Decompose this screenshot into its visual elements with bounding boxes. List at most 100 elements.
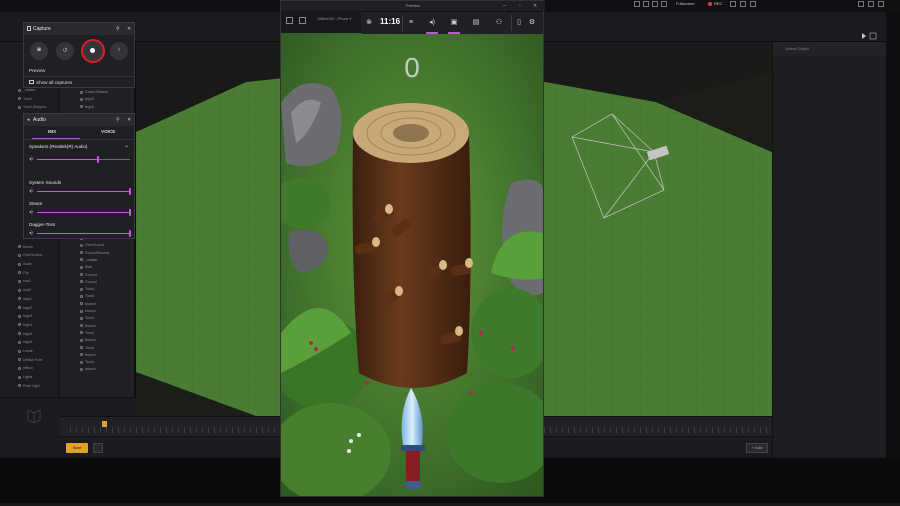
hierarchy-item[interactable]: Knock: [18, 245, 33, 253]
capture-icon[interactable]: ▣: [450, 19, 458, 27]
node-icon: [18, 358, 21, 362]
tab-mix[interactable]: MIX: [48, 129, 56, 134]
start-recording-button[interactable]: [81, 39, 105, 63]
timeline-tick: [190, 427, 191, 433]
app-volume-slider[interactable]: [37, 209, 131, 216]
timeline-tick: [124, 427, 125, 433]
hierarchy-item[interactable]: regn6: [80, 105, 94, 113]
performance-icon[interactable]: ▤: [472, 19, 480, 27]
capture-header[interactable]: Capture ⚲ ✕: [24, 23, 134, 35]
timeline-tick: [544, 427, 545, 433]
hierarchy-item[interactable]: regn1: [18, 297, 32, 305]
timeline-tick: [262, 427, 263, 433]
phone-icon[interactable]: ▯: [515, 19, 523, 27]
hierarchy-item[interactable]: regn4: [18, 323, 32, 331]
hierarchy-item[interactable]: Default Font: [18, 358, 42, 366]
hierarchy-item[interactable]: Trunk: [18, 97, 32, 105]
output-device-select[interactable]: Speakers (Realtek(R) Audio): [29, 144, 87, 149]
node-icon: [80, 309, 83, 313]
maximize-icon[interactable]: [652, 1, 658, 7]
play-controls[interactable]: [860, 32, 880, 42]
tab-voice[interactable]: VOICE: [101, 129, 115, 134]
device-icon[interactable]: [286, 17, 293, 24]
close-window-icon[interactable]: [878, 1, 884, 7]
hierarchy-item[interactable]: regn3: [18, 314, 32, 322]
game-preview-window[interactable]: Preview – ▫ ✕ 1080x1920 - iPhone X 0: [280, 0, 545, 497]
close-icon[interactable]: ✕: [533, 3, 537, 9]
master-volume-slider[interactable]: [37, 156, 130, 163]
hierarchy-item-label: regn4: [23, 322, 32, 327]
minimize-icon[interactable]: –: [503, 3, 506, 9]
speaker-icon[interactable]: ◂): [29, 188, 33, 194]
maximize-icon[interactable]: ▫: [519, 3, 521, 9]
timeline-tick: [592, 427, 593, 433]
hierarchy-item-label: regn2: [23, 305, 32, 310]
settings-icon[interactable]: ⚙: [528, 19, 536, 27]
window-icon[interactable]: [634, 1, 640, 7]
game-bar: ⊗ 11:16 ≡ ◂) ▣ ▤ ⚇ ▯ ⚙: [361, 12, 543, 34]
close-icon[interactable]: ✕: [127, 26, 131, 32]
audio-icon[interactable]: ◂): [428, 19, 436, 27]
node-icon: [18, 97, 21, 101]
add-track-button[interactable]: + Add: [746, 443, 768, 453]
pin-icon[interactable]: ⚲: [116, 117, 120, 123]
speaker-icon[interactable]: ◂): [29, 209, 33, 215]
tile-icon[interactable]: [661, 1, 667, 7]
minimize-icon[interactable]: [643, 1, 649, 7]
game-scene[interactable]: 0: [281, 33, 543, 496]
hierarchy-item[interactable]: Lights: [18, 375, 32, 383]
timeline-tick: [712, 427, 713, 433]
edit-icon[interactable]: [740, 1, 746, 7]
fullscreen-button[interactable]: Fullscreen: [676, 1, 694, 8]
hierarchy-item[interactable]: root2: [18, 288, 31, 296]
app-volume-slider[interactable]: [37, 188, 131, 195]
game-titlebar[interactable]: Preview – ▫ ✕: [281, 1, 545, 11]
speaker-icon[interactable]: ◂): [29, 156, 33, 162]
hierarchy-item-label: Trunk: [85, 360, 94, 365]
chevron-down-icon[interactable]: ⌄: [124, 142, 129, 149]
node-icon: [18, 288, 21, 292]
timeline-nav-button[interactable]: [93, 443, 103, 453]
playhead[interactable]: [102, 421, 107, 427]
node-icon: [18, 253, 21, 257]
microphone-button[interactable]: ♁: [110, 42, 128, 60]
close-icon[interactable]: ✕: [127, 117, 131, 123]
record-last-button[interactable]: ↺: [56, 42, 74, 60]
app-volume-slider[interactable]: [37, 230, 131, 237]
timeline-tick: [232, 427, 233, 433]
timeline-tick: [94, 427, 95, 433]
start-button[interactable]: Start: [66, 443, 88, 453]
screenshot-button[interactable]: ◙: [30, 42, 48, 60]
hierarchy-item[interactable]: Point Light: [18, 384, 40, 392]
hierarchy-item[interactable]: Flip: [18, 271, 29, 279]
search-icon[interactable]: [750, 1, 756, 7]
pin-icon[interactable]: ⚲: [116, 26, 120, 32]
hierarchy-item-label: OverGround: [23, 253, 43, 258]
audio-title: Audio: [33, 117, 46, 123]
hierarchy-item[interactable]: Hitbox: [18, 366, 33, 374]
minimize-window-icon[interactable]: [858, 1, 864, 7]
help-icon[interactable]: [730, 1, 736, 7]
rec-indicator[interactable]: REC: [708, 1, 722, 8]
hierarchy-item[interactable]: _master: [18, 88, 36, 96]
audio-header[interactable]: Audio ◂ ⚲ ✕: [24, 114, 134, 126]
timeline-tick: [742, 427, 743, 433]
hierarchy-item[interactable]: regn2: [18, 306, 32, 314]
hierarchy-item[interactable]: branch: [80, 367, 96, 375]
xbox-icon[interactable]: ⊗: [365, 19, 373, 27]
hierarchy-item[interactable]: root1: [18, 279, 31, 287]
timeline-tick: [568, 427, 569, 433]
restore-window-icon[interactable]: [868, 1, 874, 7]
menu-icon[interactable]: ≡: [407, 19, 415, 27]
show-all-captures-link[interactable]: Show all captures: [36, 80, 72, 85]
speaker-icon[interactable]: ◂): [29, 230, 33, 236]
social-icon[interactable]: ⚇: [495, 19, 503, 27]
rotate-device-icon[interactable]: [299, 17, 306, 24]
timeline-tick: [160, 427, 161, 433]
hierarchy-item[interactable]: OverGround: [18, 253, 42, 261]
hierarchy-item[interactable]: regn5: [18, 332, 32, 340]
hierarchy-item[interactable]: Leads: [18, 349, 33, 357]
timeline-tick: [256, 427, 257, 433]
hierarchy-item[interactable]: Scale: [18, 262, 32, 270]
hierarchy-item[interactable]: regn6: [18, 340, 32, 348]
